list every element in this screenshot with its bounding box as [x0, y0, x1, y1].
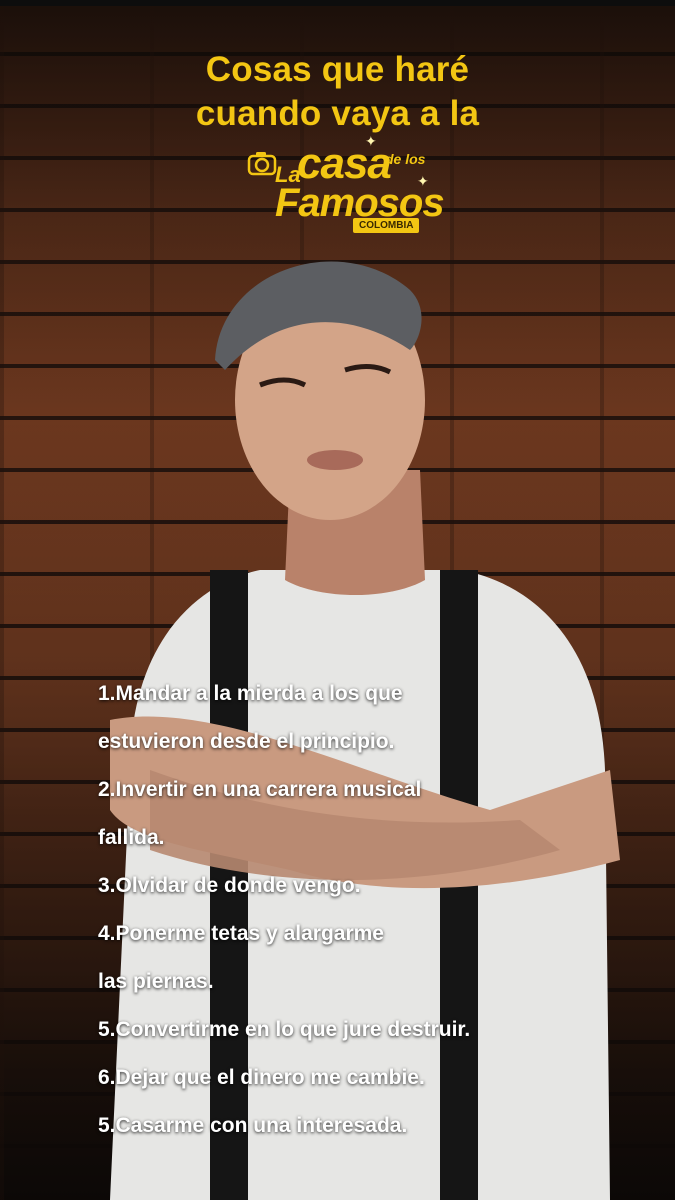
title-line-2: cuando vaya a la — [195, 94, 480, 133]
list-item: 2.Invertir en una carrera musical — [98, 778, 422, 801]
title-line-1: Cosas que haré — [205, 50, 470, 89]
show-logo: La casa de los Famosos COLOMBIA ✦ ✦ — [245, 135, 445, 240]
list-item: 5.Convertirme en lo que jure destruir. — [98, 1018, 471, 1041]
item-list: 1.Mandar a la mierda a los que estuviero… — [98, 670, 658, 1150]
list-item: 1.Mandar a la mierda a los que — [98, 682, 403, 705]
list-item: fallida. — [98, 826, 165, 849]
list-item: 3.Olvidar de donde vengo. — [98, 874, 361, 897]
list-item: las piernas. — [98, 970, 214, 993]
sparkle-icon: ✦ — [365, 135, 377, 150]
poster: Cosas que haré cuando vaya a la La casa … — [0, 0, 675, 1200]
logo-country-badge: COLOMBIA — [353, 218, 420, 233]
list-item: estuvieron desde el principio. — [98, 730, 395, 753]
top-bar — [0, 0, 675, 6]
list-item: 5.Casarme con una interesada. — [98, 1114, 408, 1137]
list-item: 6.Dejar que el dinero me cambie. — [98, 1066, 425, 1089]
sparkle-icon: ✦ — [417, 175, 429, 190]
list-item: 4.Ponerme tetas y alargarme — [98, 922, 384, 945]
logo-word-de-los: de los — [385, 151, 426, 167]
poster-title: Cosas que haré cuando vaya a la — [0, 48, 675, 136]
camera-icon — [247, 152, 277, 176]
